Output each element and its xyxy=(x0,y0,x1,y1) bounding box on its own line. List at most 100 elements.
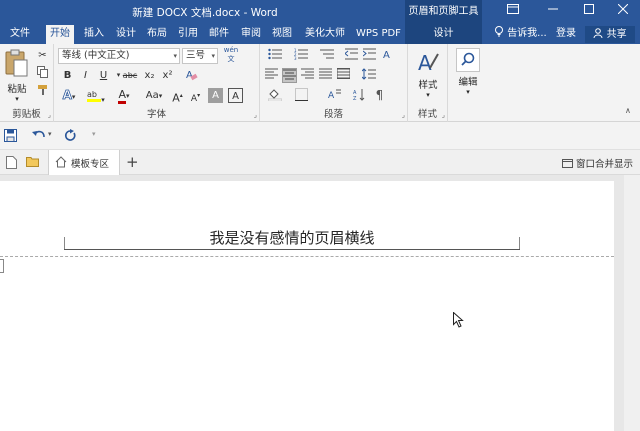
justify-icon[interactable] xyxy=(318,68,333,83)
paste-dropdown-icon[interactable]: ▾ xyxy=(3,95,31,103)
underline-button[interactable]: U xyxy=(96,68,111,83)
align-left-icon[interactable] xyxy=(264,68,279,83)
font-size-select[interactable]: 三号 ▾ xyxy=(182,48,218,64)
svg-text:3: 3 xyxy=(294,56,297,60)
close-icon[interactable] xyxy=(608,0,638,22)
vertical-scrollbar[interactable] xyxy=(624,175,640,431)
tab-header-footer-design[interactable]: 设计 xyxy=(405,24,482,44)
editing-group: 编辑 ▾ xyxy=(448,44,488,122)
svg-text:Z: Z xyxy=(353,96,357,101)
font-group: 等线 (中文正文) ▾ 三号 ▾ wén 文 B I U ▾ abc x₂ x² … xyxy=(54,44,260,122)
collapse-ribbon-icon[interactable]: ∧ xyxy=(625,106,631,115)
cut-icon[interactable]: ✂ xyxy=(35,48,50,63)
clear-formatting-icon[interactable]: A xyxy=(184,68,199,83)
new-document-icon[interactable] xyxy=(6,156,17,172)
tab-mailings[interactable]: 邮件 xyxy=(205,24,233,44)
tab-layout[interactable]: 布局 xyxy=(143,24,171,44)
borders-icon[interactable] xyxy=(290,88,312,103)
editing-button[interactable]: 编辑 ▾ xyxy=(452,48,484,98)
undo-dropdown-icon[interactable]: ▾ xyxy=(48,130,52,138)
format-painter-icon[interactable] xyxy=(35,84,50,99)
character-shading-button[interactable]: A xyxy=(208,88,223,103)
change-case-button[interactable]: Aa▾ xyxy=(142,88,166,103)
numbering-icon[interactable]: 123 xyxy=(290,48,312,63)
paste-button[interactable]: 粘贴 ▾ xyxy=(3,48,31,103)
undo-icon[interactable] xyxy=(32,129,46,145)
header-text[interactable]: 我是没有感情的页眉横线 xyxy=(64,227,520,248)
superscript-button[interactable]: x² xyxy=(160,68,175,83)
styles-button[interactable]: A 样式 ▾ xyxy=(412,50,444,99)
align-right-icon[interactable] xyxy=(300,68,315,83)
tab-view[interactable]: 视图 xyxy=(268,24,296,44)
copy-icon[interactable] xyxy=(35,66,50,81)
font-name-value: 等线 (中文正文) xyxy=(62,50,130,61)
tab-review[interactable]: 审阅 xyxy=(237,24,265,44)
font-color-button[interactable]: A▾ xyxy=(112,88,136,104)
share-button[interactable]: 共享 xyxy=(585,26,635,43)
merge-windows-button[interactable]: 窗口合并显示 xyxy=(562,156,633,170)
clipboard-group-label: 剪贴板 xyxy=(12,109,41,120)
window-icon xyxy=(562,159,576,170)
editing-label: 编辑 xyxy=(458,77,478,88)
document-tab-strip: 模板专区 + 窗口合并显示 xyxy=(0,150,640,175)
clipboard-group: 粘贴 ▾ ✂ 剪贴板 ⌟ xyxy=(0,44,54,122)
phonetic-guide-button[interactable]: wén 文 xyxy=(222,46,240,63)
distributed-icon[interactable] xyxy=(336,67,351,83)
grow-font-button[interactable]: A▴ xyxy=(170,88,185,105)
svg-text:A: A xyxy=(383,50,390,60)
chinese-layout-icon[interactable]: A xyxy=(382,48,397,63)
text-effects-button[interactable]: A▾ xyxy=(58,88,80,103)
tab-home[interactable]: 开始 xyxy=(46,25,74,44)
decrease-indent-icon[interactable] xyxy=(344,48,359,63)
align-center-icon[interactable] xyxy=(282,68,297,83)
italic-button[interactable]: I xyxy=(78,68,93,83)
font-launcher-icon[interactable]: ⌟ xyxy=(254,111,257,119)
increase-indent-icon[interactable] xyxy=(362,48,377,63)
font-color-label: A xyxy=(118,88,126,104)
tab-template-zone[interactable]: 模板专区 xyxy=(48,150,120,175)
open-folder-icon[interactable] xyxy=(26,156,39,170)
tab-file[interactable]: 文件 xyxy=(6,24,34,44)
bold-button[interactable]: B xyxy=(60,68,75,83)
tab-references[interactable]: 引用 xyxy=(174,24,202,44)
asian-typography-icon[interactable]: A xyxy=(324,88,346,103)
ribbon-display-options-icon[interactable] xyxy=(498,0,528,22)
styles-launcher-icon[interactable]: ⌟ xyxy=(442,111,445,119)
highlight-button[interactable]: ab ▾ xyxy=(84,88,108,104)
paragraph-group: 123 A A A Z ¶ 段落 ⌟ xyxy=(260,44,408,122)
minimize-icon[interactable] xyxy=(538,0,568,22)
sort-icon[interactable]: AZ xyxy=(352,88,367,103)
tell-me-search[interactable]: 告诉我... xyxy=(494,24,547,44)
character-border-button[interactable]: A xyxy=(228,88,243,103)
document-page[interactable]: 我是没有感情的页眉横线 xyxy=(0,181,614,431)
tab-wps-pdf[interactable]: WPS PDF xyxy=(352,24,405,44)
show-marks-icon[interactable]: ¶ xyxy=(372,88,387,103)
shrink-font-button[interactable]: A▾ xyxy=(188,88,203,104)
line-spacing-icon[interactable] xyxy=(358,68,380,83)
paragraph-launcher-icon[interactable]: ⌟ xyxy=(402,111,405,119)
bullets-icon[interactable] xyxy=(264,48,286,63)
tab-insert[interactable]: 插入 xyxy=(80,24,108,44)
customize-qat-icon[interactable]: ▾ xyxy=(92,130,96,138)
restore-icon[interactable] xyxy=(574,0,604,22)
tab-design[interactable]: 设计 xyxy=(112,24,140,44)
login-link[interactable]: 登录 xyxy=(556,24,576,44)
redo-icon[interactable] xyxy=(64,129,77,145)
lightbulb-icon xyxy=(494,26,507,39)
svg-text:ab: ab xyxy=(87,90,97,99)
strikethrough-button[interactable]: abc xyxy=(120,68,140,83)
multilevel-list-icon[interactable] xyxy=(316,48,338,63)
share-label: 共享 xyxy=(606,29,627,40)
subscript-button[interactable]: x₂ xyxy=(142,68,157,83)
font-name-select[interactable]: 等线 (中文正文) ▾ xyxy=(58,48,180,64)
document-title: 新建 DOCX 文档.docx - Word xyxy=(132,7,278,19)
header-boundary-line xyxy=(0,256,614,257)
save-icon[interactable] xyxy=(4,129,17,145)
shading-icon[interactable] xyxy=(264,88,286,103)
grow-font-label: A xyxy=(172,91,180,105)
add-tab-button[interactable]: + xyxy=(126,152,139,172)
text-effect-icon: A xyxy=(62,88,72,103)
tab-beautify-master[interactable]: 美化大师 xyxy=(301,24,349,44)
context-tool-title: 页眉和页脚工具 xyxy=(405,0,482,24)
clipboard-launcher-icon[interactable]: ⌟ xyxy=(48,111,51,119)
